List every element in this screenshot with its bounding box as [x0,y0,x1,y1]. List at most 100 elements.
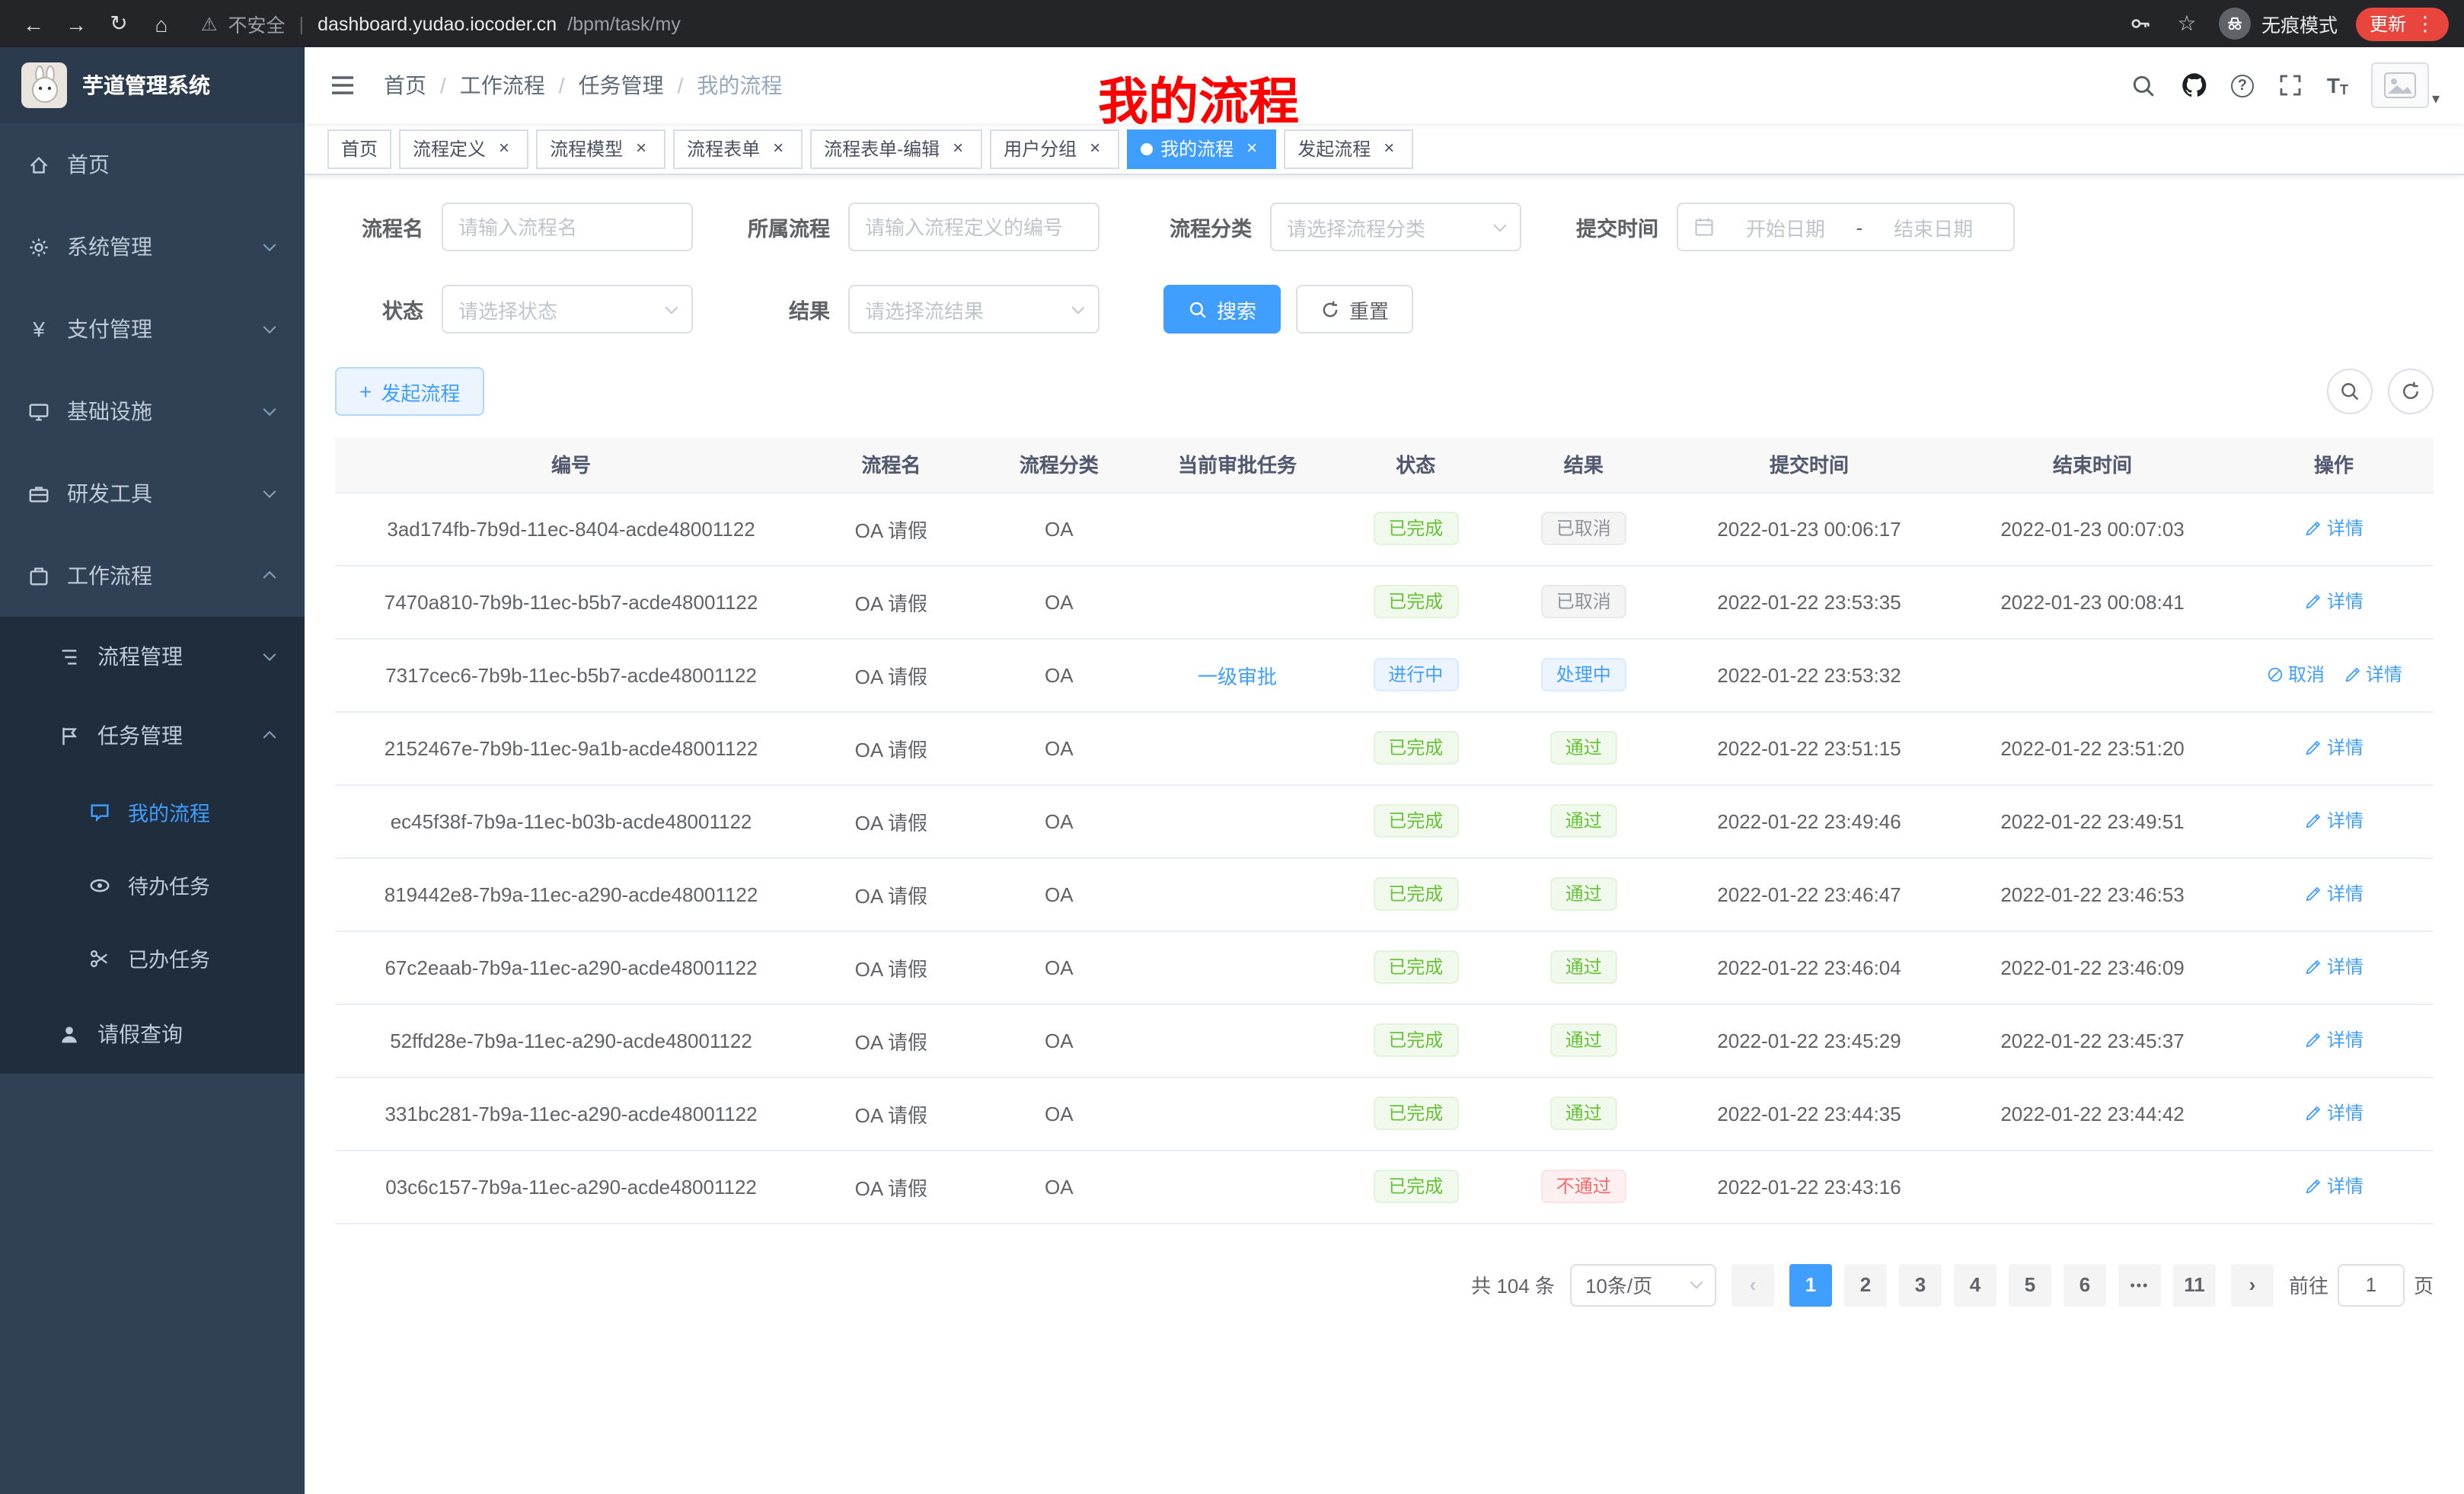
tab[interactable]: 我的流程× [1127,129,1276,168]
sidebar-toggle-button[interactable] [329,70,359,101]
sidebar-item-payment[interactable]: ¥ 支付管理 [0,288,305,370]
cancel-button[interactable]: 取消 [2265,662,2325,688]
tab-close-icon[interactable]: × [1378,138,1400,159]
sidebar-item-leave-query[interactable]: 请假查询 [0,994,305,1074]
status-select[interactable]: 请选择状态 [442,285,693,334]
tab[interactable]: 流程表单× [673,129,803,168]
end-time: 2022-01-22 23:46:09 [2000,956,2184,978]
reset-button[interactable]: 重置 [1296,285,1413,334]
browser-reload-button[interactable]: ↻ [101,5,137,42]
tab[interactable]: 发起流程× [1284,129,1413,168]
tab[interactable]: 流程定义× [399,129,528,168]
result-cell: 通过 [1500,1004,1668,1077]
breadcrumb-workflow[interactable]: 工作流程 [460,70,545,101]
page-button[interactable]: 5 [2009,1263,2051,1306]
tab-close-icon[interactable]: × [768,138,789,159]
fullscreen-button[interactable] [2277,72,2304,99]
status-badge: 进行中 [1373,658,1458,691]
browser-update-button[interactable]: 更新 ⋮ [2356,7,2449,40]
font-size-button[interactable]: TT [2327,73,2348,97]
bookmark-star-icon[interactable]: ☆ [2173,10,2201,37]
breadcrumb-task-management[interactable]: 任务管理 [579,70,664,101]
next-page-button[interactable]: › [2231,1263,2274,1306]
detail-button[interactable]: 详情 [2304,516,2363,541]
goto-page-input[interactable] [2338,1263,2405,1306]
sidebar-item-workflow[interactable]: 工作流程 [0,535,305,617]
browser-menu-icon[interactable]: ⋮ [2415,11,2435,36]
tab-close-icon[interactable]: × [947,138,969,159]
current-task-link[interactable]: 一级审批 [1198,665,1277,688]
detail-button[interactable]: 详情 [2304,1100,2363,1126]
detail-button[interactable]: 详情 [2304,1173,2363,1199]
chevron-down-icon [263,485,276,498]
end-time-cell: 2022-01-22 23:44:42 [1951,1077,2234,1150]
date-range-picker[interactable]: 开始日期 - 结束日期 [1677,203,2015,251]
status-badge: 已完成 [1373,512,1458,545]
process-id-cell: 52ffd28e-7b9a-11ec-a290-acde48001122 [335,1004,807,1077]
page-button[interactable]: 1 [1789,1263,1832,1306]
tab[interactable]: 流程表单-编辑× [810,129,982,168]
detail-button[interactable]: 详情 [2304,735,2363,761]
end-time: 2022-01-22 23:44:42 [2000,1102,2184,1125]
toggle-search-button[interactable] [2327,369,2373,414]
browser-home-button[interactable]: ⌂ [143,5,180,42]
filter-process-definition: 所属流程 [693,203,1100,251]
tab[interactable]: 首页 [327,129,391,168]
page-button[interactable]: 2 [1844,1263,1887,1306]
tab-label: 用户分组 [1004,136,1077,161]
tab[interactable]: 用户分组 × [990,129,1119,168]
sidebar-item-label: 请假查询 [97,1019,183,1049]
app-logo[interactable]: 芋道管理系统 [0,47,305,123]
sidebar-item-process-management[interactable]: 流程管理 [0,617,305,696]
tab-close-icon[interactable]: × [630,138,652,159]
browser-back-button[interactable]: ← [15,5,52,42]
tab[interactable]: 流程模型× [536,129,665,168]
detail-button[interactable]: 详情 [2304,808,2363,834]
sidebar-item-done-tasks[interactable]: 已办任务 [0,921,305,994]
detail-button[interactable]: 详情 [2343,662,2402,688]
sidebar-item-task-management[interactable]: 任务管理 [0,696,305,775]
pager-ellipsis[interactable]: ••• [2118,1263,2161,1306]
detail-button[interactable]: 详情 [2304,1027,2363,1053]
page-size-select[interactable]: 10条/页 [1570,1263,1716,1306]
breadcrumb-home[interactable]: 首页 [384,70,426,101]
page-button[interactable]: 6 [2063,1263,2106,1306]
user-avatar-menu[interactable]: ▾ [2371,62,2440,108]
prev-page-button[interactable]: ‹ [1732,1263,1774,1306]
search-button[interactable]: 搜索 [1163,285,1281,334]
page-button[interactable]: 4 [1954,1263,1996,1306]
detail-button[interactable]: 详情 [2304,881,2363,907]
tab-label: 首页 [341,136,378,161]
github-link[interactable] [2181,72,2208,99]
result-select[interactable]: 请选择流结果 [848,285,1100,334]
sidebar-item-home[interactable]: 首页 [0,123,305,206]
submit-time-cell: 2022-01-22 23:53:32 [1668,638,1951,711]
browser-forward-button[interactable]: → [58,5,94,42]
detail-button[interactable]: 详情 [2304,954,2363,980]
tab-close-icon[interactable]: × [493,138,515,159]
search-button[interactable] [2130,72,2158,99]
sidebar-item-infrastructure[interactable]: 基础设施 [0,370,305,452]
help-button[interactable]: ? [2231,74,2254,97]
actions-cell: 详情 [2234,492,2434,565]
tab-close-icon[interactable]: × [1084,138,1106,159]
security-warning-icon[interactable]: ⚠ [201,13,218,34]
tab-close-icon[interactable]: × [1241,138,1262,159]
page-button[interactable]: 11 [2173,1263,2216,1306]
page-button[interactable]: 3 [1899,1263,1942,1306]
start-process-button[interactable]: + 发起流程 [335,367,484,416]
sidebar-item-system[interactable]: 系统管理 [0,206,305,288]
sidebar-item-my-process[interactable]: 我的流程 [0,775,305,848]
process-name: OA 请假 [855,884,927,907]
process-category-select[interactable]: 请选择流程分类 [1270,203,1521,251]
process-definition-input[interactable] [848,203,1100,251]
password-key-icon[interactable] [2127,10,2155,37]
sidebar-item-todo-tasks[interactable]: 待办任务 [0,848,305,921]
process-id: 2152467e-7b9b-11ec-9a1b-acde48001122 [385,736,758,759]
detail-button[interactable]: 详情 [2304,589,2363,615]
process-name-input[interactable] [442,203,693,251]
end-time: 2022-01-22 23:49:51 [2000,809,2184,832]
address-bar[interactable]: ⚠ 不安全 | dashboard.yudao.iocoder.cn/bpm/t… [201,9,2106,38]
refresh-table-button[interactable] [2388,369,2434,414]
sidebar-item-dev-tools[interactable]: 研发工具 [0,452,305,535]
